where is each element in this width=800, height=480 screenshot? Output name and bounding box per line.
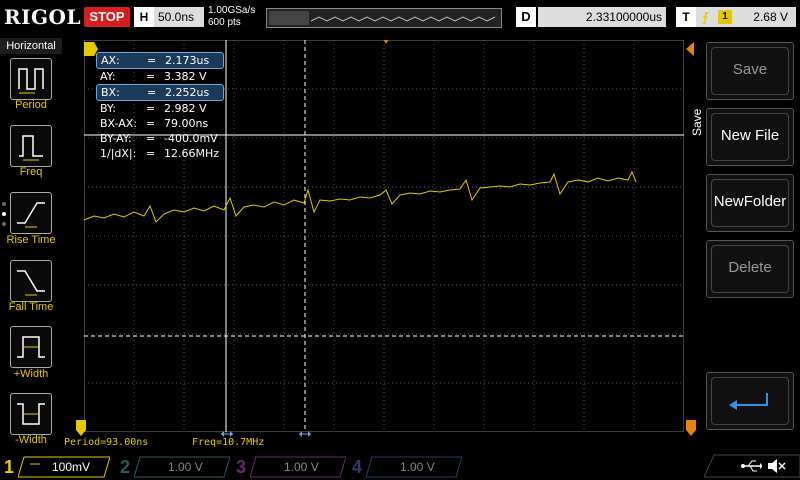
memory-overview-bar bbox=[266, 8, 502, 28]
freq-label: Freq bbox=[19, 166, 43, 178]
delay-value[interactable]: 2.33100000us bbox=[538, 7, 666, 27]
freq-measurement: Freq=10.7MHz bbox=[192, 437, 265, 448]
sample-info: 1.00GSa/s 600 pts bbox=[208, 5, 266, 31]
measure-rise-time-button[interactable] bbox=[10, 192, 52, 234]
sample-rate: 1.00GSa/s bbox=[208, 5, 256, 16]
ch1-offset-marker bbox=[76, 420, 86, 436]
trigger-label: T bbox=[676, 7, 696, 27]
speaker-muted-icon[interactable] bbox=[766, 458, 786, 474]
frequency-icon bbox=[19, 135, 43, 161]
new-folder-button[interactable]: NewFolder bbox=[706, 174, 794, 232]
ch1-number: 1 bbox=[4, 457, 15, 477]
menu-page-dots-icon bbox=[2, 202, 6, 226]
pos-width-label: +Width bbox=[13, 368, 49, 380]
horizontal-timebase[interactable]: H 50.0ns bbox=[134, 7, 204, 27]
ch1-status[interactable]: 1 100mV bbox=[0, 456, 110, 478]
measure-pos-width-button[interactable] bbox=[10, 326, 52, 368]
measure-neg-width-button[interactable] bbox=[10, 393, 52, 435]
cursor-b-handle-icon[interactable] bbox=[298, 430, 312, 438]
measure-period-button[interactable] bbox=[10, 58, 52, 100]
cursor-value: 2.173us bbox=[165, 54, 210, 67]
fall-time-icon bbox=[17, 270, 45, 296]
ch1-scale: 100mV bbox=[52, 460, 91, 474]
fall-time-label: Fall Time bbox=[8, 301, 54, 313]
cursor-eq: = bbox=[146, 117, 156, 130]
delete-button[interactable]: Delete bbox=[706, 240, 794, 298]
cursor-key: AX: bbox=[101, 54, 120, 67]
cursor-value: 3.382 V bbox=[164, 70, 207, 83]
cursor-row: BY-AY: = -400.0mV bbox=[96, 131, 224, 146]
new-file-label: New File bbox=[720, 127, 780, 144]
ch3-number: 3 bbox=[236, 457, 247, 477]
cursor-value: -400.0mV bbox=[164, 132, 218, 145]
cursor-key: BY: bbox=[100, 102, 116, 115]
brand-logo: RIGOL bbox=[4, 5, 82, 29]
cursor-value: 2.982 V bbox=[164, 102, 207, 115]
rise-time-label: Rise Time bbox=[6, 234, 56, 246]
trigger-level: 2.68 V bbox=[753, 10, 788, 24]
trigger-info[interactable]: T ⨍ 1 2.68 V bbox=[676, 7, 796, 27]
cursor-value: 79.00ns bbox=[164, 117, 209, 130]
measure-fall-time-button[interactable] bbox=[10, 260, 52, 302]
cursor-value: 2.252us bbox=[165, 86, 210, 99]
cursor-readout: AX: = 2.173us AY: = 3.382 V BX: = 2.252u… bbox=[96, 52, 224, 161]
period-label: Period bbox=[15, 99, 47, 111]
save-button[interactable]: Save bbox=[706, 42, 794, 100]
cursor-key: BY-AY: bbox=[100, 132, 132, 145]
ch3-status[interactable]: 3 1.00 V bbox=[232, 456, 346, 478]
cursor-row: BX-AX: = 79.00ns bbox=[96, 116, 224, 131]
menu-title: Horizontal bbox=[0, 38, 62, 54]
cursor-key: AY: bbox=[100, 70, 116, 83]
positive-width-icon bbox=[17, 336, 45, 358]
run-stop-status[interactable]: STOP bbox=[84, 7, 130, 27]
cursor-row: 1/|dX|: = 12.66MHz bbox=[96, 146, 224, 161]
measure-freq-button[interactable] bbox=[10, 125, 52, 167]
cursor-value: 12.66MHz bbox=[164, 147, 220, 160]
cursor-key: BX: bbox=[101, 86, 120, 99]
save-menu-title-text: Save bbox=[690, 108, 704, 136]
usb-icon bbox=[741, 460, 762, 472]
rising-edge-icon: ⨍ bbox=[702, 10, 709, 24]
cursor-eq: = bbox=[146, 102, 156, 115]
cursor-eq: = bbox=[147, 86, 157, 99]
memory-waveform-icon bbox=[269, 11, 496, 25]
trigger-level-marker-right bbox=[686, 420, 696, 436]
new-folder-label: NewFolder bbox=[713, 193, 787, 210]
cursor-row: AY: = 3.382 V bbox=[96, 69, 224, 84]
cursor-eq: = bbox=[146, 132, 156, 145]
save-button-label: Save bbox=[732, 61, 768, 78]
delete-label: Delete bbox=[728, 259, 772, 276]
ch2-scale: 1.00 V bbox=[168, 460, 203, 474]
memory-depth: 600 pts bbox=[208, 17, 241, 28]
horizontal-label: H bbox=[134, 7, 154, 27]
neg-width-label: -Width bbox=[15, 434, 47, 446]
ch4-scale: 1.00 V bbox=[400, 460, 435, 474]
ch3-scale: 1.00 V bbox=[284, 460, 319, 474]
cursor-row: AX: = 2.173us bbox=[96, 52, 224, 69]
negative-width-icon bbox=[17, 403, 45, 425]
cursor-key: 1/|dX|: bbox=[100, 147, 137, 160]
new-file-button[interactable]: New File bbox=[706, 108, 794, 166]
trigger-source-badge: 1 bbox=[718, 10, 732, 24]
cursor-row: BX: = 2.252us bbox=[96, 84, 224, 101]
return-arrow-icon bbox=[729, 393, 768, 410]
return-button[interactable] bbox=[706, 372, 794, 430]
cursor-eq: = bbox=[146, 147, 156, 160]
ch2-number: 2 bbox=[120, 457, 131, 477]
delay-label: D bbox=[516, 7, 536, 27]
rise-time-icon bbox=[17, 202, 45, 228]
timebase-value: 50.0ns bbox=[158, 10, 195, 24]
save-menu-title: Save bbox=[686, 40, 706, 140]
cursor-key: BX-AX: bbox=[100, 117, 138, 130]
cursor-eq: = bbox=[146, 70, 156, 83]
ch4-number: 4 bbox=[352, 457, 363, 477]
ch2-status[interactable]: 2 1.00 V bbox=[116, 456, 230, 478]
period-measurement: Period=93.00ns bbox=[64, 437, 149, 448]
period-icon bbox=[18, 68, 44, 94]
cursor-row: BY: = 2.982 V bbox=[96, 101, 224, 116]
ch4-status[interactable]: 4 1.00 V bbox=[348, 456, 464, 478]
cursor-eq: = bbox=[147, 54, 157, 67]
